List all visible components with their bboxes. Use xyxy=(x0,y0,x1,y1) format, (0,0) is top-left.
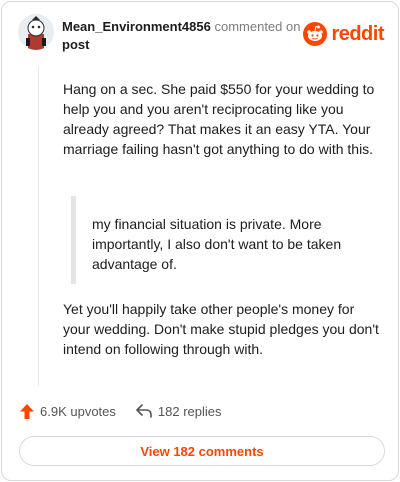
post-link[interactable]: post xyxy=(62,37,89,52)
view-comments-button[interactable]: View 182 comments xyxy=(19,436,385,466)
comment-paragraph-2: Yet you'll happily take other people's m… xyxy=(63,301,379,357)
reply-arrow-icon xyxy=(136,404,152,418)
comment-actions: 6.9K upvotes 182 replies xyxy=(20,401,242,421)
upvote-count: 6.9K upvotes xyxy=(40,403,116,419)
avatar-icon xyxy=(18,14,54,50)
thread-line xyxy=(38,66,39,386)
comment-paragraph-1: Hang on a sec. She paid $550 for your we… xyxy=(63,81,375,157)
reddit-logo: reddit xyxy=(303,22,384,46)
reddit-logo-icon xyxy=(303,22,328,46)
avatar[interactable] xyxy=(18,14,54,50)
comment-author-line: Mean_Environment4856 commented on xyxy=(62,19,300,34)
replies-button[interactable]: 182 replies xyxy=(136,404,222,419)
quote-text: my financial situation is private. More … xyxy=(92,216,342,272)
upvote-arrow-icon xyxy=(20,403,34,419)
reddit-wordmark: reddit xyxy=(331,23,384,45)
quoted-text: my financial situation is private. More … xyxy=(71,196,371,284)
comment-header: Mean_Environment4856 commented on post r… xyxy=(18,14,384,56)
upvote-button[interactable]: 6.9K upvotes xyxy=(20,403,116,419)
commented-on-text: commented on xyxy=(214,19,301,34)
reply-count: 182 replies xyxy=(157,403,222,419)
comment-card: Mean_Environment4856 commented on post r… xyxy=(1,1,399,481)
username[interactable]: Mean_Environment4856 xyxy=(62,19,211,34)
